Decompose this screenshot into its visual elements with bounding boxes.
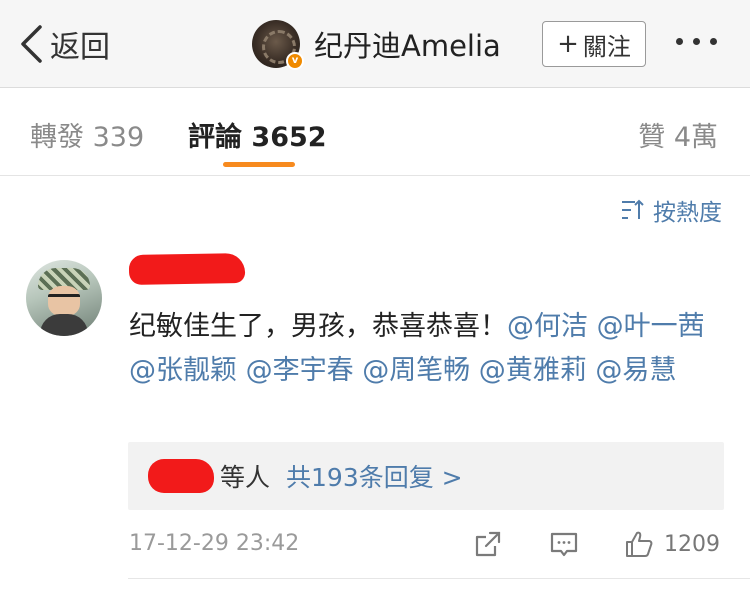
- back-label: 返回: [50, 30, 110, 65]
- mention-link[interactable]: @黄雅莉: [479, 355, 587, 386]
- sort-icon: [622, 199, 644, 219]
- comment-timestamp: 17-12-29 23:42: [129, 531, 300, 556]
- profile-header[interactable]: v 纪丹迪Amelia: [252, 18, 501, 70]
- avatar-body: [40, 314, 88, 336]
- mention-link[interactable]: @张靓颖: [129, 355, 237, 386]
- replies-summary[interactable]: 等人 共193条回复 >: [128, 442, 724, 510]
- tab-likes-count: 4萬: [673, 122, 718, 153]
- divider: [128, 578, 750, 579]
- replier-name-redaction: [148, 459, 214, 493]
- back-button[interactable]: 返回: [18, 22, 110, 66]
- mention-link[interactable]: @李宇春: [246, 355, 354, 386]
- tab-comments-label: 評論: [188, 122, 242, 153]
- follow-label: 關注: [582, 32, 631, 61]
- mention-link[interactable]: @周笔畅: [362, 355, 470, 386]
- avatar-glasses: [48, 294, 80, 302]
- reply-button[interactable]: [549, 526, 579, 562]
- share-button[interactable]: [473, 526, 503, 562]
- follow-button[interactable]: + 關注: [542, 21, 646, 67]
- more-dots-icon[interactable]: [676, 38, 717, 45]
- tab-bar: 轉發 339 評論 3652 贊 4萬: [0, 89, 750, 176]
- sort-label: 按熱度: [653, 200, 722, 226]
- mention-link[interactable]: @叶一茜: [597, 311, 705, 342]
- tab-reposts[interactable]: 轉發 339: [30, 115, 144, 154]
- plus-icon: +: [557, 29, 579, 59]
- more-dot: [710, 38, 717, 45]
- replies-etc-label: 等人: [220, 463, 271, 492]
- verified-badge-icon: v: [286, 52, 304, 70]
- comment-icon: [550, 532, 578, 557]
- tab-likes[interactable]: 贊 4萬: [638, 115, 718, 154]
- like-button[interactable]: 1209: [624, 526, 720, 562]
- view-replies-link[interactable]: 共193条回复 >: [286, 458, 463, 494]
- comment-body: 纪敏佳生了，男孩，恭喜恭喜！: [129, 311, 507, 342]
- tab-reposts-count: 339: [92, 122, 145, 153]
- more-dot: [693, 38, 700, 45]
- tab-likes-label: 贊: [638, 122, 666, 153]
- commenter-name-redaction: [128, 252, 246, 286]
- active-tab-indicator: [223, 162, 295, 167]
- like-count: 1209: [664, 531, 720, 557]
- chevron-left-icon: [21, 25, 42, 63]
- tab-comments-count: 3652: [251, 122, 327, 153]
- more-dot: [676, 38, 683, 45]
- thumbs-up-icon: [626, 531, 653, 557]
- mention-link[interactable]: @易慧: [595, 355, 676, 386]
- top-navbar: 返回 v 纪丹迪Amelia + 關注: [0, 0, 750, 88]
- avatar[interactable]: v: [252, 20, 304, 70]
- mention-link[interactable]: @何洁: [507, 311, 588, 342]
- profile-name[interactable]: 纪丹迪Amelia: [314, 23, 501, 65]
- share-icon: [475, 531, 501, 557]
- sort-button[interactable]: 按熱度: [621, 193, 722, 227]
- tab-comments[interactable]: 評論 3652: [188, 115, 327, 154]
- comment-text: 纪敏佳生了，男孩，恭喜恭喜！@何洁 @叶一茜 @张靓颖 @李宇春 @周笔畅 @黄…: [129, 305, 719, 393]
- commenter-avatar[interactable]: [26, 260, 102, 336]
- tab-reposts-label: 轉發: [30, 122, 84, 153]
